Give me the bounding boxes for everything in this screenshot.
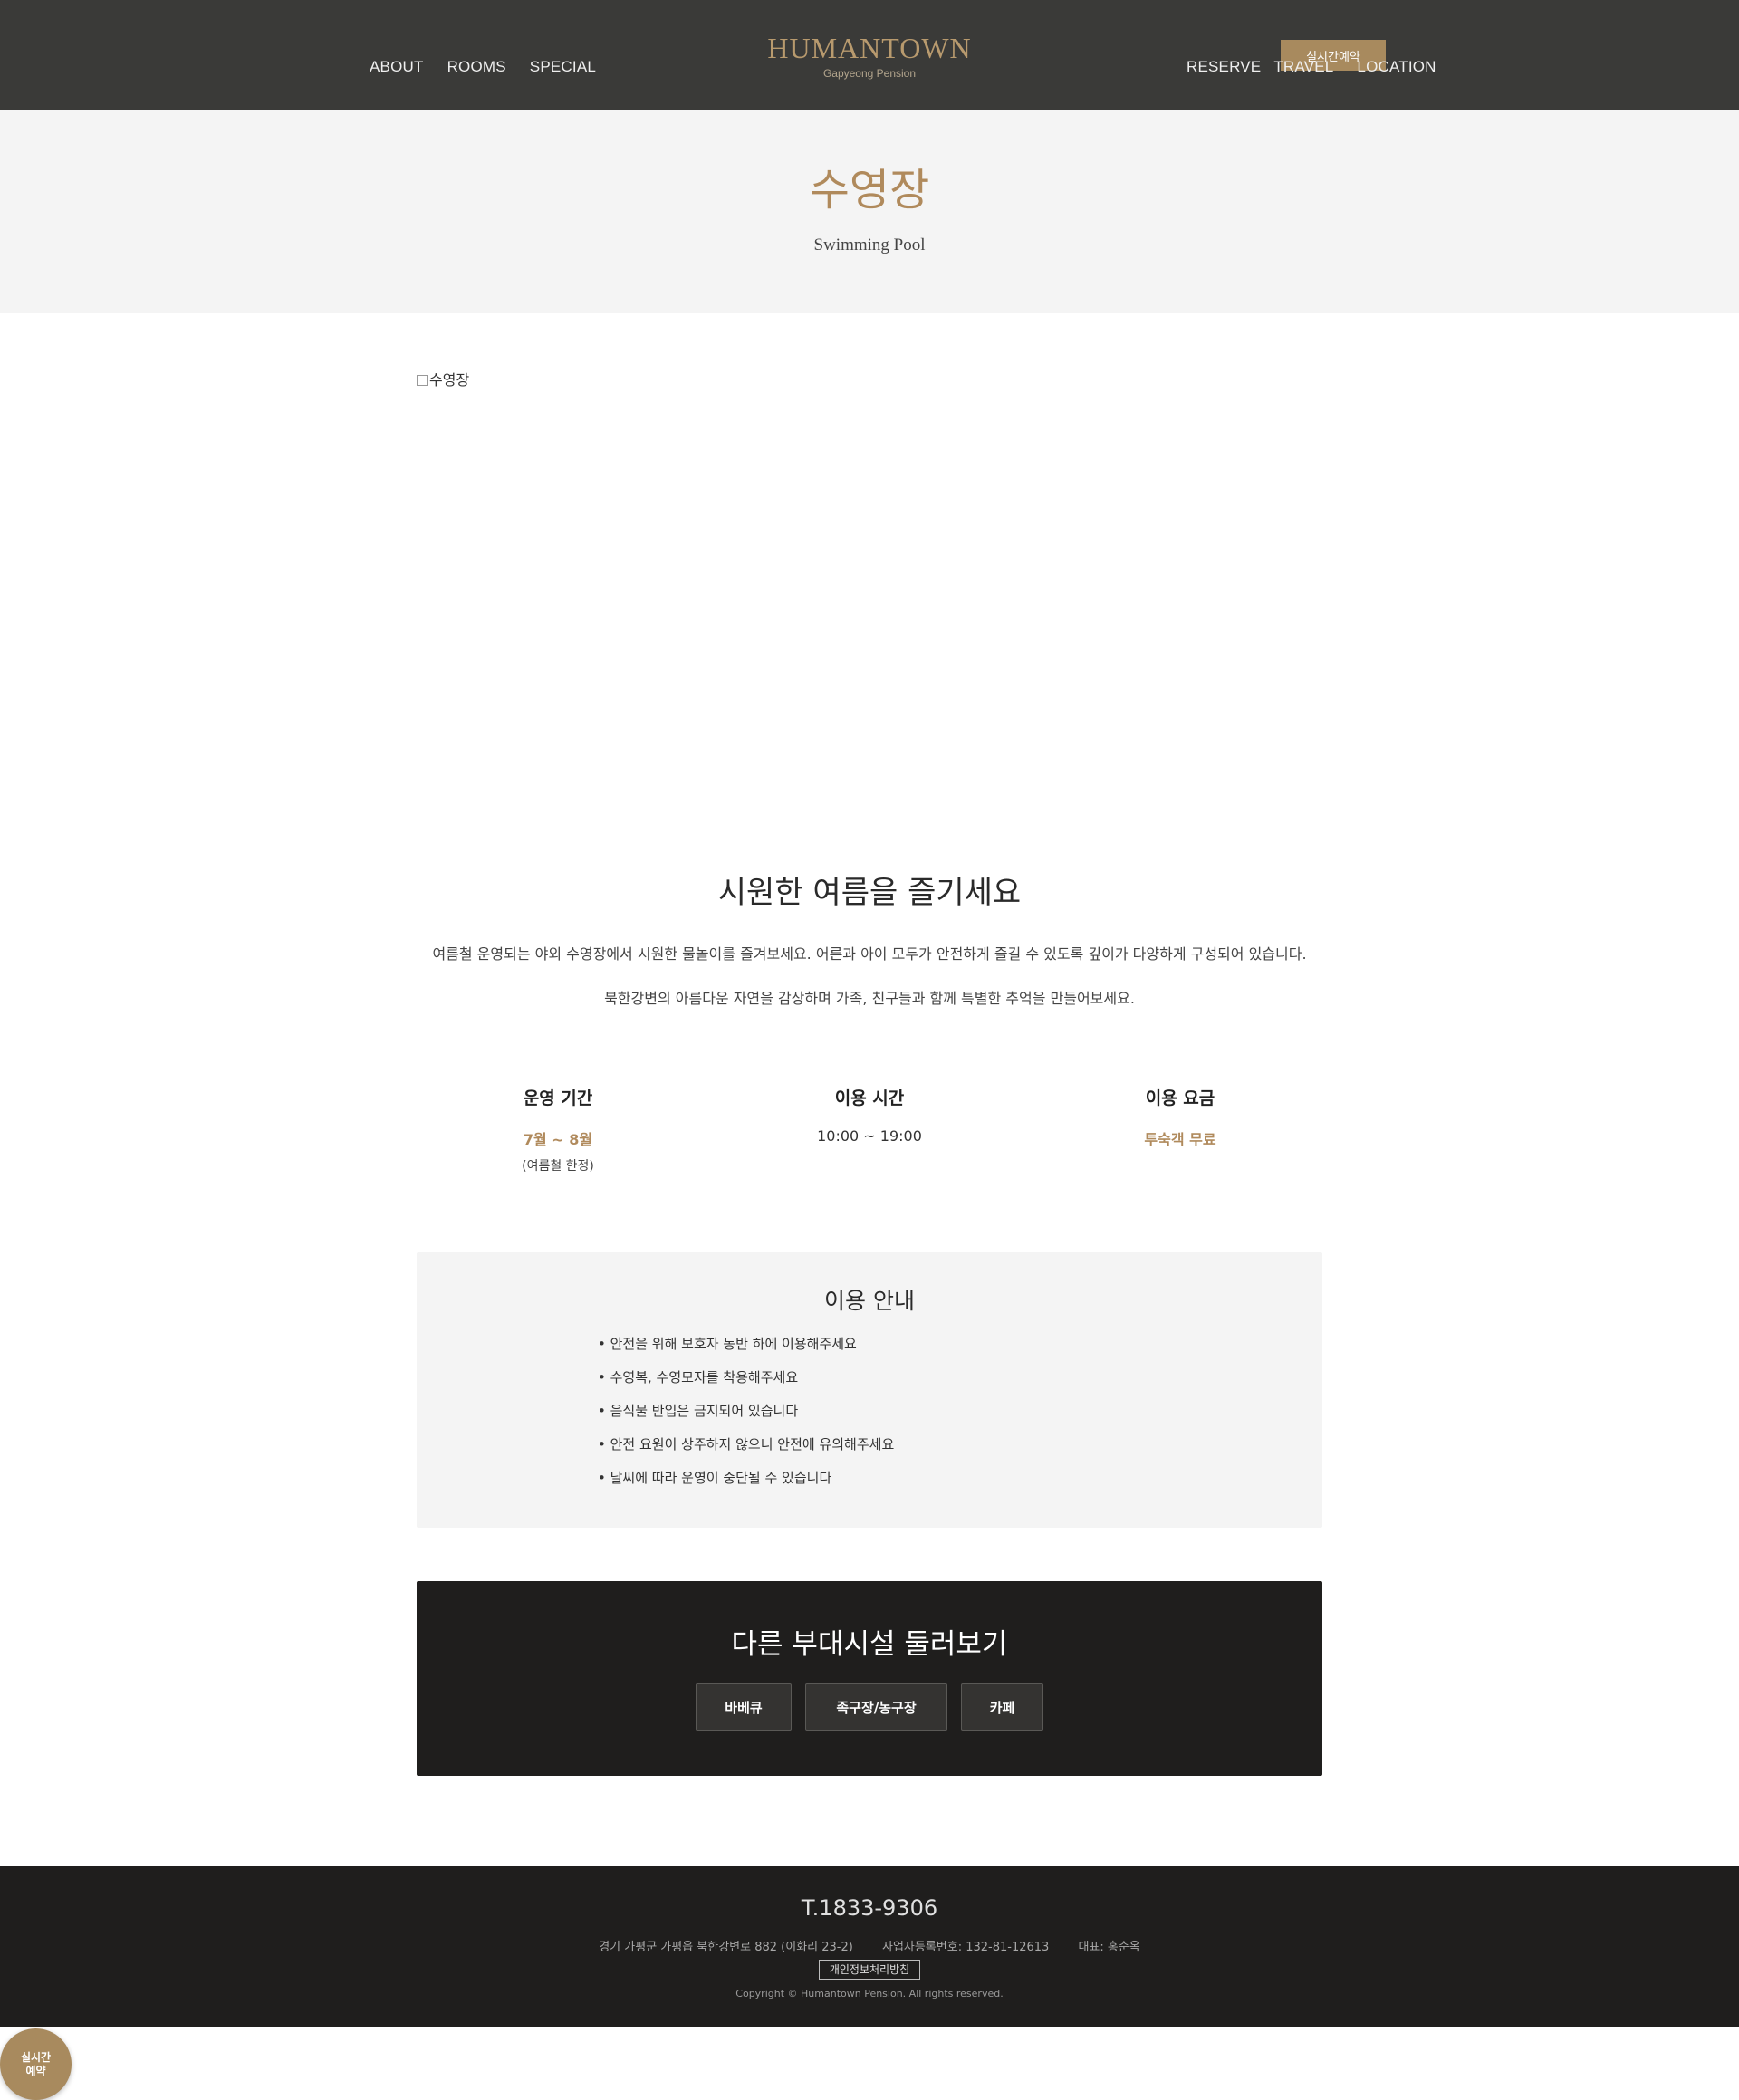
footer-business-info: 경기 가평군 가평읍 북한강변로 882 (이화리 23-2) 사업자등록번호:… bbox=[0, 1937, 1739, 1954]
nav-location[interactable]: LOCATION bbox=[1357, 58, 1436, 76]
site-header: ABOUT ROOMS SPECIAL HUMANTOWN Gapyeong P… bbox=[0, 0, 1739, 110]
bbq-button[interactable]: 바베큐 bbox=[696, 1683, 792, 1731]
pool-image: 수영장 bbox=[417, 368, 1322, 802]
info-label: 운영 기간 bbox=[523, 1088, 593, 1108]
page-title: 수영장 bbox=[809, 165, 930, 216]
page-subtitle: Swimming Pool bbox=[813, 235, 926, 254]
info-fee: 이용 요금 투숙객 무료 bbox=[1044, 1085, 1316, 1149]
info-value: 10:00 ~ 19:00 bbox=[817, 1127, 922, 1145]
guide-title: 이용 안내 bbox=[824, 1288, 915, 1314]
info-label: 이용 요금 bbox=[1145, 1088, 1215, 1108]
cafe-button[interactable]: 카페 bbox=[961, 1683, 1043, 1731]
nav-travel[interactable]: TRAVEL bbox=[1273, 58, 1333, 76]
privacy-policy-button[interactable]: 개인정보처리방침 bbox=[819, 1960, 920, 1980]
footer-phone: T.1833-9306 bbox=[801, 1895, 938, 1921]
list-item: • 안전을 위해 보호자 동반 하에 이용해주세요 bbox=[598, 1336, 857, 1352]
logo-title: HUMANTOWN bbox=[767, 32, 972, 64]
info-value: 투숙객 무료 bbox=[1144, 1131, 1216, 1148]
info-hours: 이용 시간 10:00 ~ 19:00 bbox=[734, 1085, 1005, 1145]
intro-paragraph-1: 여름철 운영되는 야외 수영장에서 시원한 물놀이를 즐겨보세요. 어른과 아이… bbox=[432, 945, 1307, 963]
info-note: (여름철 한정) bbox=[522, 1159, 594, 1174]
other-facilities: 다른 부대시설 둘러보기 바베큐 족구장/농구장 카페 bbox=[417, 1581, 1322, 1776]
list-item: • 음식물 반입은 금지되어 있습니다 bbox=[598, 1403, 799, 1419]
guide-list: • 안전을 위해 보호자 동반 하에 이용해주세요 • 수영복, 수영모자를 착… bbox=[598, 1334, 894, 1501]
list-item: • 안전 요원이 상주하지 않으니 안전에 유의해주세요 bbox=[598, 1436, 895, 1453]
floating-reserve-line2: 예약 bbox=[25, 2064, 46, 2077]
footer-address: 경기 가평군 가평읍 북한강변로 882 (이화리 23-2) bbox=[599, 1941, 853, 1954]
nav-reserve[interactable]: RESERVE bbox=[1187, 58, 1261, 76]
intro-heading: 시원한 여름을 즐기세요 bbox=[717, 875, 1022, 911]
floating-reserve-button[interactable]: 실시간 예약 bbox=[0, 2028, 72, 2100]
nav-right: RESERVE TRAVEL LOCATION bbox=[1187, 58, 1436, 76]
nav-about[interactable]: ABOUT bbox=[370, 58, 424, 76]
usage-guide: 이용 안내 • 안전을 위해 보호자 동반 하에 이용해주세요 • 수영복, 수… bbox=[417, 1252, 1322, 1528]
nav-special[interactable]: SPECIAL bbox=[530, 58, 596, 76]
info-label: 이용 시간 bbox=[834, 1088, 905, 1108]
list-item: • 날씨에 따라 운영이 중단될 수 있습니다 bbox=[598, 1470, 832, 1486]
facilities-title: 다른 부대시설 둘러보기 bbox=[731, 1628, 1008, 1661]
info-value: 7월 ~ 8월 bbox=[523, 1131, 593, 1148]
facilities-buttons: 바베큐 족구장/농구장 카페 bbox=[417, 1683, 1322, 1731]
page-title-section: 수영장 Swimming Pool bbox=[0, 110, 1739, 313]
footer-business-number: 사업자등록번호: 132-81-12613 bbox=[881, 1941, 1050, 1954]
image-alt-text: 수영장 bbox=[429, 371, 470, 388]
logo-subtitle: Gapyeong Pension bbox=[822, 67, 917, 80]
info-operating-period: 운영 기간 7월 ~ 8월 (여름철 한정) bbox=[422, 1085, 694, 1175]
site-logo[interactable]: HUMANTOWN Gapyeong Pension bbox=[688, 31, 1051, 80]
list-item: • 수영복, 수영모자를 착용해주세요 bbox=[598, 1369, 799, 1386]
footer-copyright: Copyright © Humantown Pension. All right… bbox=[735, 1988, 1004, 1999]
nav-left: ABOUT ROOMS SPECIAL bbox=[370, 58, 596, 76]
sports-court-button[interactable]: 족구장/농구장 bbox=[805, 1683, 947, 1731]
intro-paragraph-2: 북한강변의 아름다운 자연을 감상하며 가족, 친구들과 함께 특별한 추억을 … bbox=[604, 990, 1135, 1007]
floating-reserve-line1: 실시간 bbox=[20, 2050, 52, 2064]
site-footer: T.1833-9306 경기 가평군 가평읍 북한강변로 882 (이화리 23… bbox=[0, 1866, 1739, 2027]
footer-ceo: 대표: 홍순옥 bbox=[1078, 1941, 1140, 1954]
broken-image-icon bbox=[417, 375, 428, 386]
nav-rooms[interactable]: ROOMS bbox=[447, 58, 506, 76]
